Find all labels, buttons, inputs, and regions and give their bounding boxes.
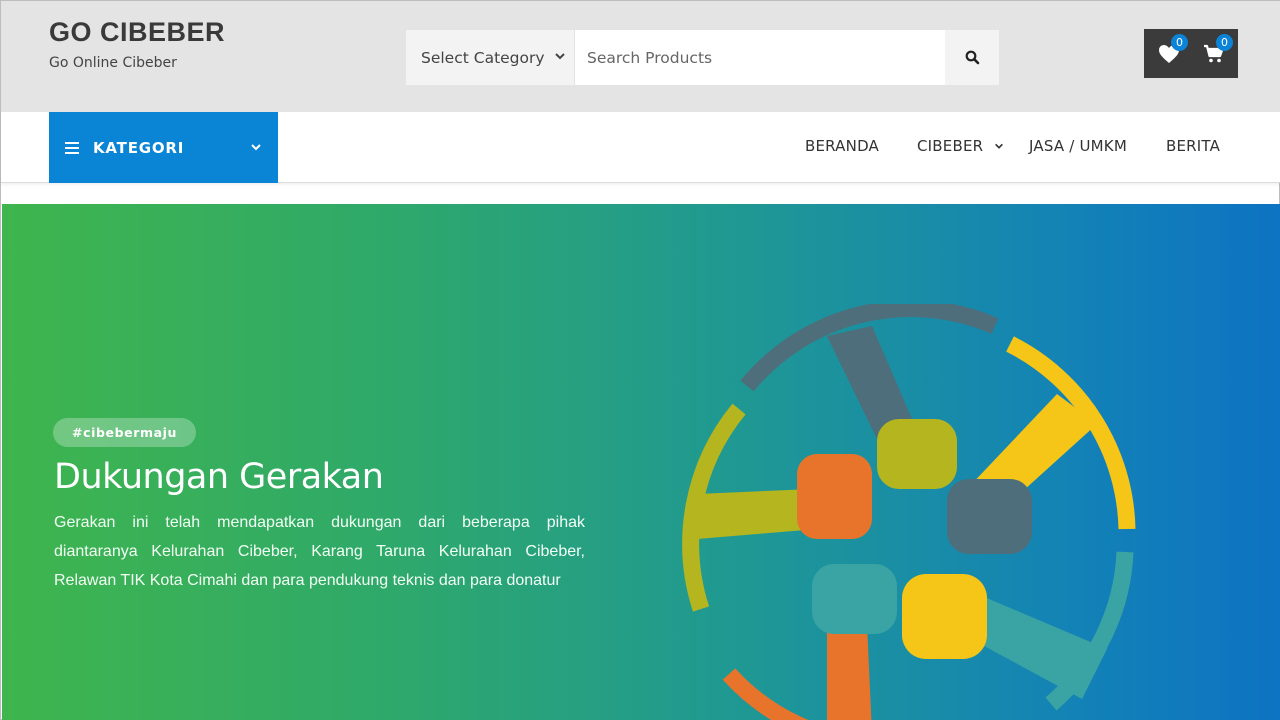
nav-item-cibeber-label: CIBEBER bbox=[917, 137, 984, 155]
hero-title: Dukungan Gerakan bbox=[54, 457, 384, 497]
top-header: GO CIBEBER Go Online Cibeber Select Cate… bbox=[1, 1, 1280, 112]
site-title[interactable]: GO CIBEBER bbox=[49, 17, 225, 48]
search-input[interactable] bbox=[575, 30, 945, 85]
chevron-down-icon bbox=[555, 53, 565, 60]
search-icon bbox=[965, 50, 979, 65]
product-search-form: Select Category bbox=[406, 30, 999, 85]
chevron-down-icon bbox=[995, 143, 1004, 149]
hero-hashtag-badge: #cibebermaju bbox=[53, 418, 197, 447]
site-tagline: Go Online Cibeber bbox=[49, 55, 177, 71]
main-navigation: KATEGORI BERANDA CIBEBER JASA / UMKM BER… bbox=[1, 112, 1280, 183]
kategori-label: KATEGORI bbox=[93, 138, 185, 157]
nav-item-berita[interactable]: BERITA bbox=[1166, 137, 1220, 155]
search-button[interactable] bbox=[945, 30, 999, 85]
nav-item-cibeber[interactable]: CIBEBER bbox=[917, 137, 1004, 155]
united-hands-illustration bbox=[682, 304, 1136, 720]
chevron-down-icon bbox=[251, 144, 261, 151]
cart-count-badge: 0 bbox=[1216, 34, 1233, 51]
category-select-label: Select Category bbox=[421, 48, 545, 67]
nav-item-beranda[interactable]: BERANDA bbox=[805, 137, 879, 155]
menu-icon bbox=[65, 141, 79, 154]
nav-item-jasa-umkm[interactable]: JASA / UMKM bbox=[1029, 137, 1127, 155]
wishlist-button[interactable]: 0 bbox=[1144, 29, 1193, 78]
wishlist-count-badge: 0 bbox=[1171, 34, 1188, 51]
kategori-menu-button[interactable]: KATEGORI bbox=[49, 112, 278, 183]
hero-banner: #cibebermaju Dukungan Gerakan Gerakan in… bbox=[2, 204, 1280, 720]
hero-description: Gerakan ini telah mendapatkan dukungan d… bbox=[54, 514, 585, 589]
cart-button[interactable]: 0 bbox=[1189, 29, 1238, 78]
category-select[interactable]: Select Category bbox=[406, 30, 575, 85]
